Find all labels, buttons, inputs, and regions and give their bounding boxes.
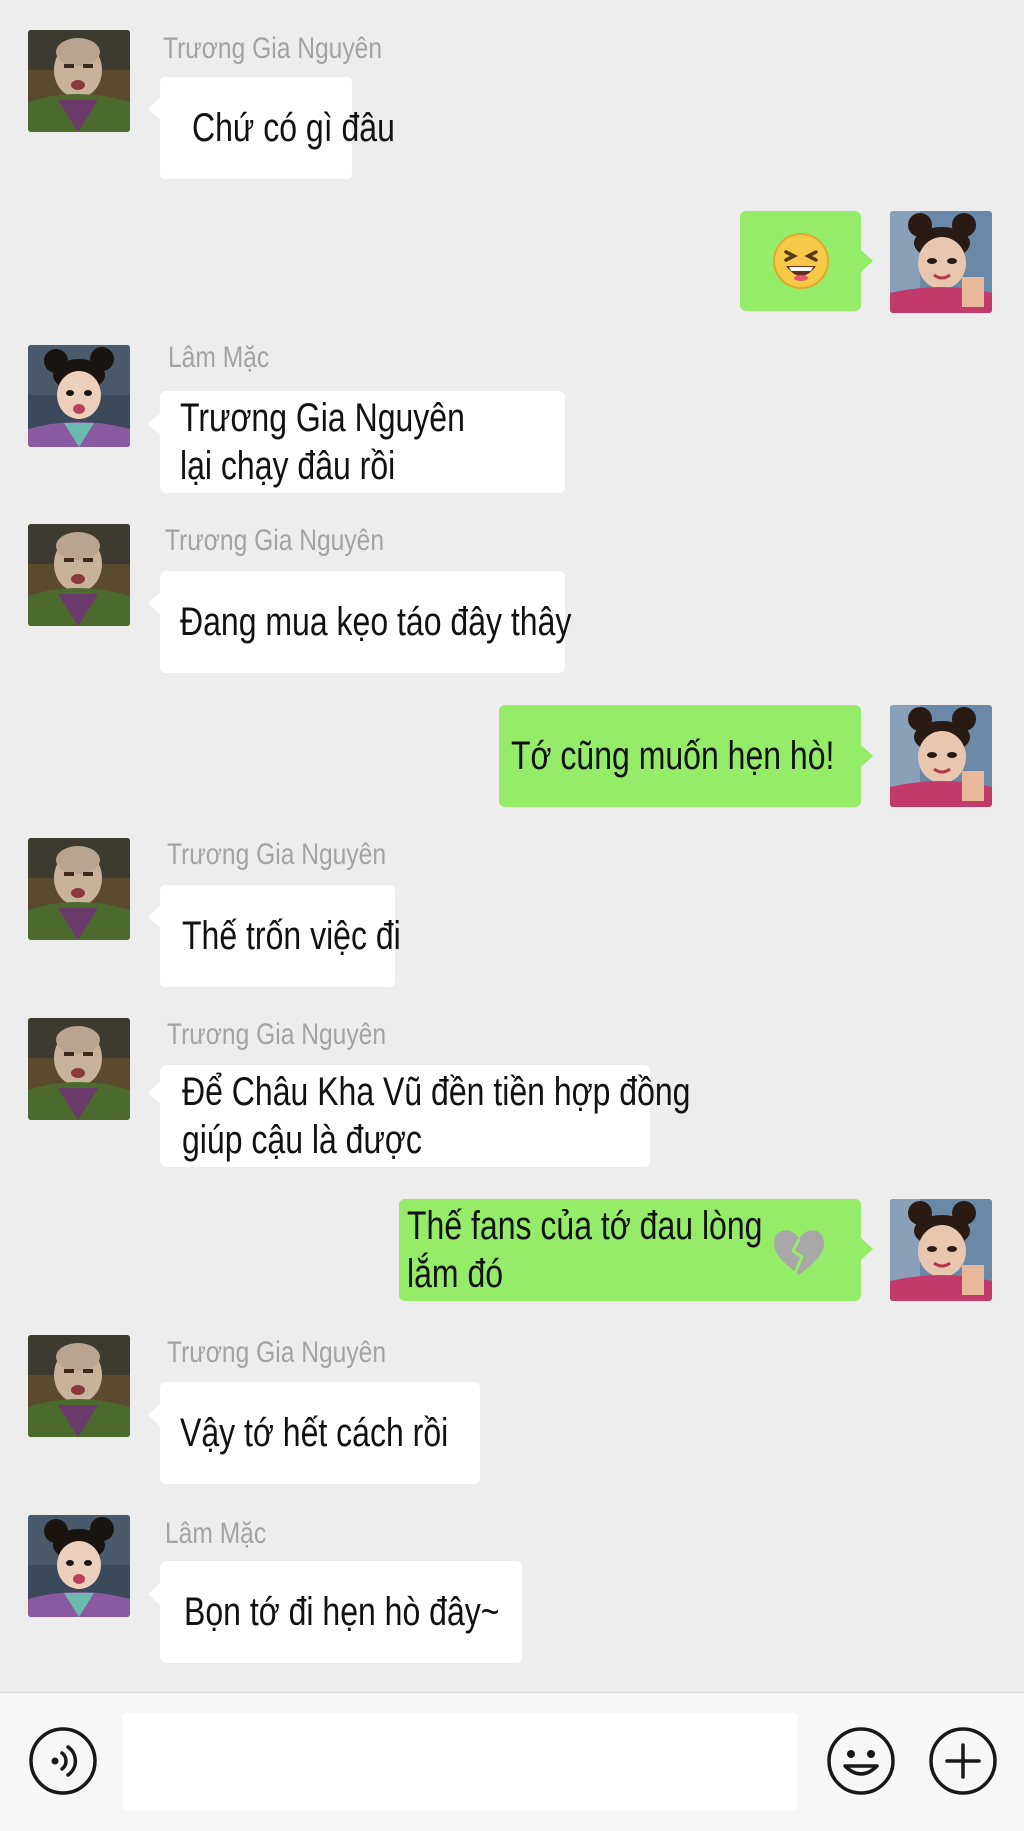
smiley-icon: [827, 1727, 895, 1795]
avatar-truong-gia-nguyen[interactable]: [28, 1335, 130, 1437]
bubble-tail: [148, 906, 160, 928]
bubble-tail: [861, 250, 873, 272]
avatar-me[interactable]: [890, 1199, 992, 1301]
laughing-squinting-emoji: [772, 233, 829, 289]
avatar-truong-gia-nguyen[interactable]: [28, 1018, 130, 1120]
emoji-bubble[interactable]: [740, 211, 861, 311]
message-bubble[interactable]: Vậy tớ hết cách rồi: [160, 1382, 480, 1484]
avatar-truong-gia-nguyen[interactable]: [28, 838, 130, 940]
sender-name: Trương Gia Nguyên: [165, 524, 385, 557]
message-text: Trương Gia Nguyên lại chạy đâu rồi: [180, 396, 465, 488]
bubble-tail: [861, 1238, 873, 1260]
sender-name: Trương Gia Nguyên: [167, 1336, 387, 1369]
emoji-button[interactable]: [826, 1726, 896, 1796]
bubble-tail: [148, 592, 160, 614]
message-bubble[interactable]: Tớ cũng muốn hẹn hò!: [499, 705, 861, 807]
message-text: Bọn tớ đi hẹn hò đây~: [184, 1590, 500, 1634]
message-bubble[interactable]: Trương Gia Nguyên lại chạy đâu rồi: [160, 391, 565, 493]
message-text: Để Châu Kha Vũ đền tiền hợp đồng giúp cậ…: [182, 1070, 691, 1162]
voice-button[interactable]: [28, 1726, 98, 1796]
avatar-lam-mac[interactable]: [28, 345, 130, 447]
message-text: Đang mua kẹo táo đây thây: [180, 600, 572, 644]
message-bubble[interactable]: Bọn tớ đi hẹn hò đây~: [160, 1561, 522, 1663]
avatar-truong-gia-nguyen[interactable]: [28, 524, 130, 626]
message-bubble[interactable]: Đang mua kẹo táo đây thây: [160, 571, 571, 673]
input-bar: [0, 1692, 1024, 1831]
message-text: Thế fans của tớ đau lòng lắm đó: [407, 1204, 763, 1296]
message-input[interactable]: [122, 1713, 798, 1811]
sender-name: Lâm Mặc: [168, 341, 270, 374]
bubble-tail: [148, 98, 160, 120]
voice-wave-icon: [29, 1727, 97, 1795]
message-bubble[interactable]: Thế trốn việc đi: [160, 885, 401, 987]
message-text: Chứ có gì đâu: [192, 106, 395, 150]
chat-message-list[interactable]: Trương Gia Nguyên Chứ có gì đâu Lâm Mặc …: [0, 0, 1024, 1690]
message-text: Tớ cũng muốn hẹn hò!: [511, 734, 835, 778]
message-bubble[interactable]: Thế fans của tớ đau lòng lắm đó: [399, 1199, 861, 1301]
message-text: Thế trốn việc đi: [182, 914, 401, 958]
message-bubble[interactable]: Để Châu Kha Vũ đền tiền hợp đồng giúp cậ…: [160, 1065, 690, 1167]
avatar-lam-mac[interactable]: [28, 1515, 130, 1617]
avatar-me[interactable]: [890, 705, 992, 807]
sender-name: Lâm Mặc: [165, 1517, 267, 1550]
message-text: Vậy tớ hết cách rồi: [180, 1411, 449, 1455]
sender-name: Trương Gia Nguyên: [163, 32, 383, 65]
sender-name: Trương Gia Nguyên: [167, 1018, 387, 1051]
bubble-tail: [148, 413, 160, 435]
bubble-tail: [148, 1082, 160, 1104]
avatar-me[interactable]: [890, 211, 992, 313]
broken-heart-emoji: [773, 1230, 825, 1275]
sender-name: Trương Gia Nguyên: [167, 838, 387, 871]
add-button[interactable]: [928, 1726, 998, 1796]
bubble-tail: [148, 1404, 160, 1426]
message-bubble[interactable]: Chứ có gì đâu: [160, 77, 395, 179]
avatar-truong-gia-nguyen[interactable]: [28, 30, 130, 132]
plus-circle-icon: [929, 1727, 997, 1795]
bubble-tail: [861, 745, 873, 767]
bubble-tail: [148, 1583, 160, 1605]
